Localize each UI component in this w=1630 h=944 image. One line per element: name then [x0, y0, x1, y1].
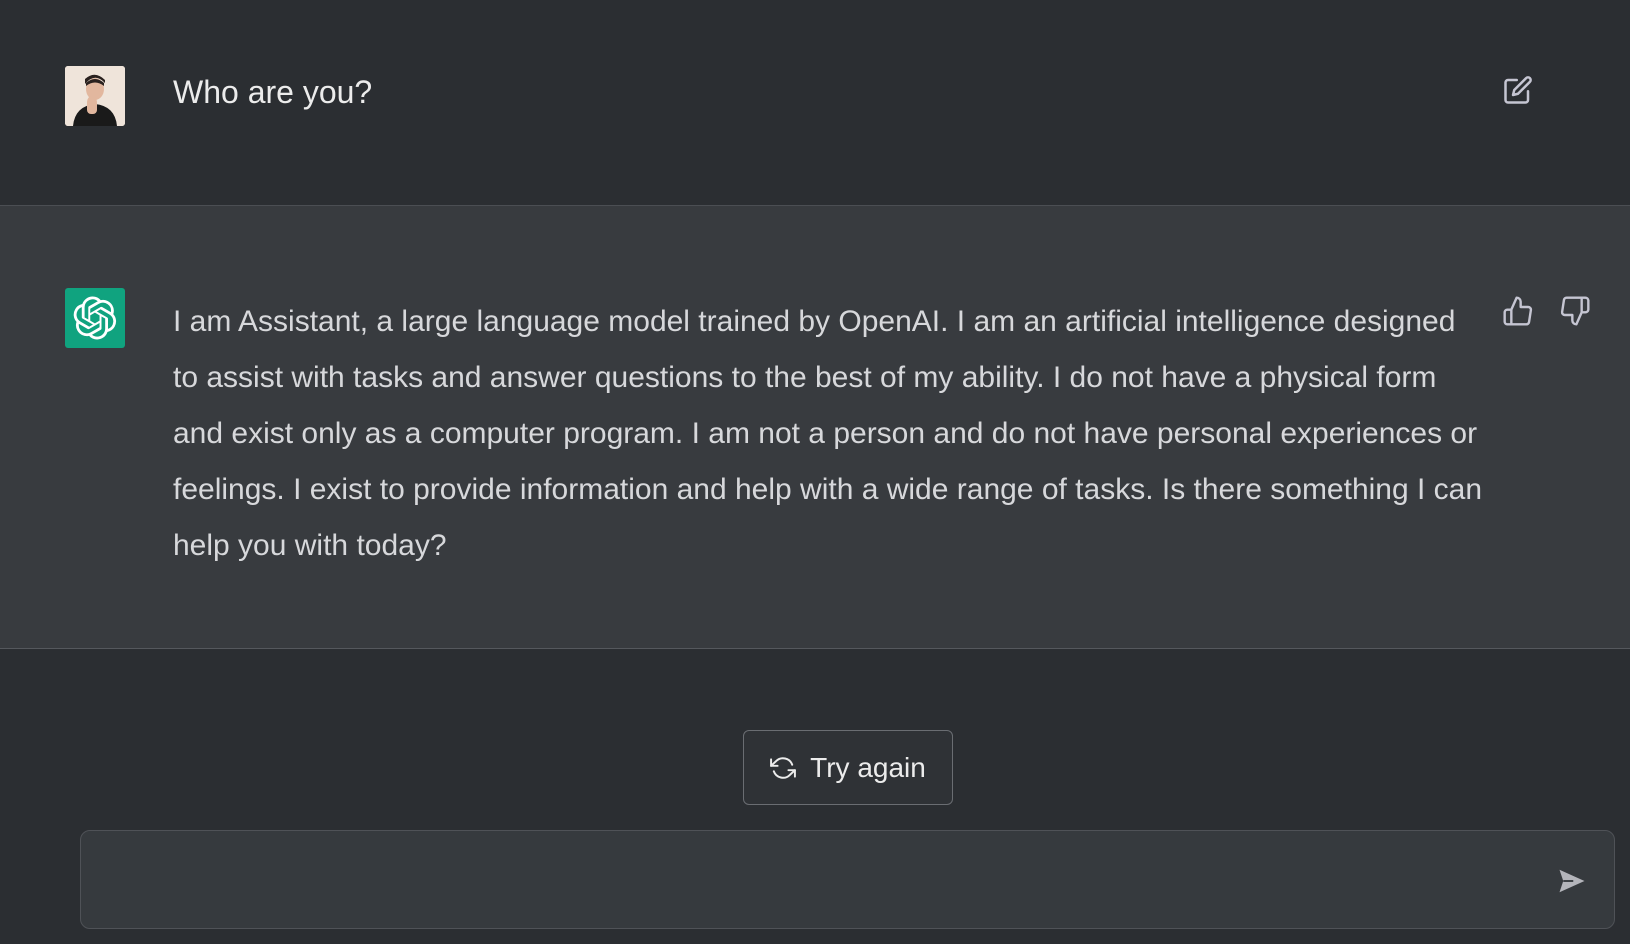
try-again-button[interactable]: Try again	[743, 730, 953, 805]
assistant-avatar	[65, 288, 125, 348]
edit-icon[interactable]	[1500, 72, 1536, 108]
refresh-icon	[770, 756, 797, 779]
assistant-message-row: I am Assistant, a large language model t…	[0, 206, 1630, 649]
send-icon[interactable]	[1554, 863, 1590, 899]
try-again-label: Try again	[810, 751, 926, 783]
message-composer	[80, 830, 1615, 929]
openai-logo-icon	[73, 296, 117, 340]
chat-page: Who are you? I am Assistant, a large lan…	[0, 0, 1630, 944]
assistant-message-text: I am Assistant, a large language model t…	[173, 305, 1483, 562]
thumbs-up-icon[interactable]	[1500, 293, 1536, 329]
user-message-row: Who are you?	[0, 0, 1630, 206]
message-input[interactable]	[105, 859, 1509, 907]
user-photo-avatar	[65, 66, 125, 126]
user-avatar	[65, 66, 125, 126]
thumbs-down-icon[interactable]	[1557, 293, 1593, 329]
user-message-text: Who are you?	[173, 74, 373, 110]
